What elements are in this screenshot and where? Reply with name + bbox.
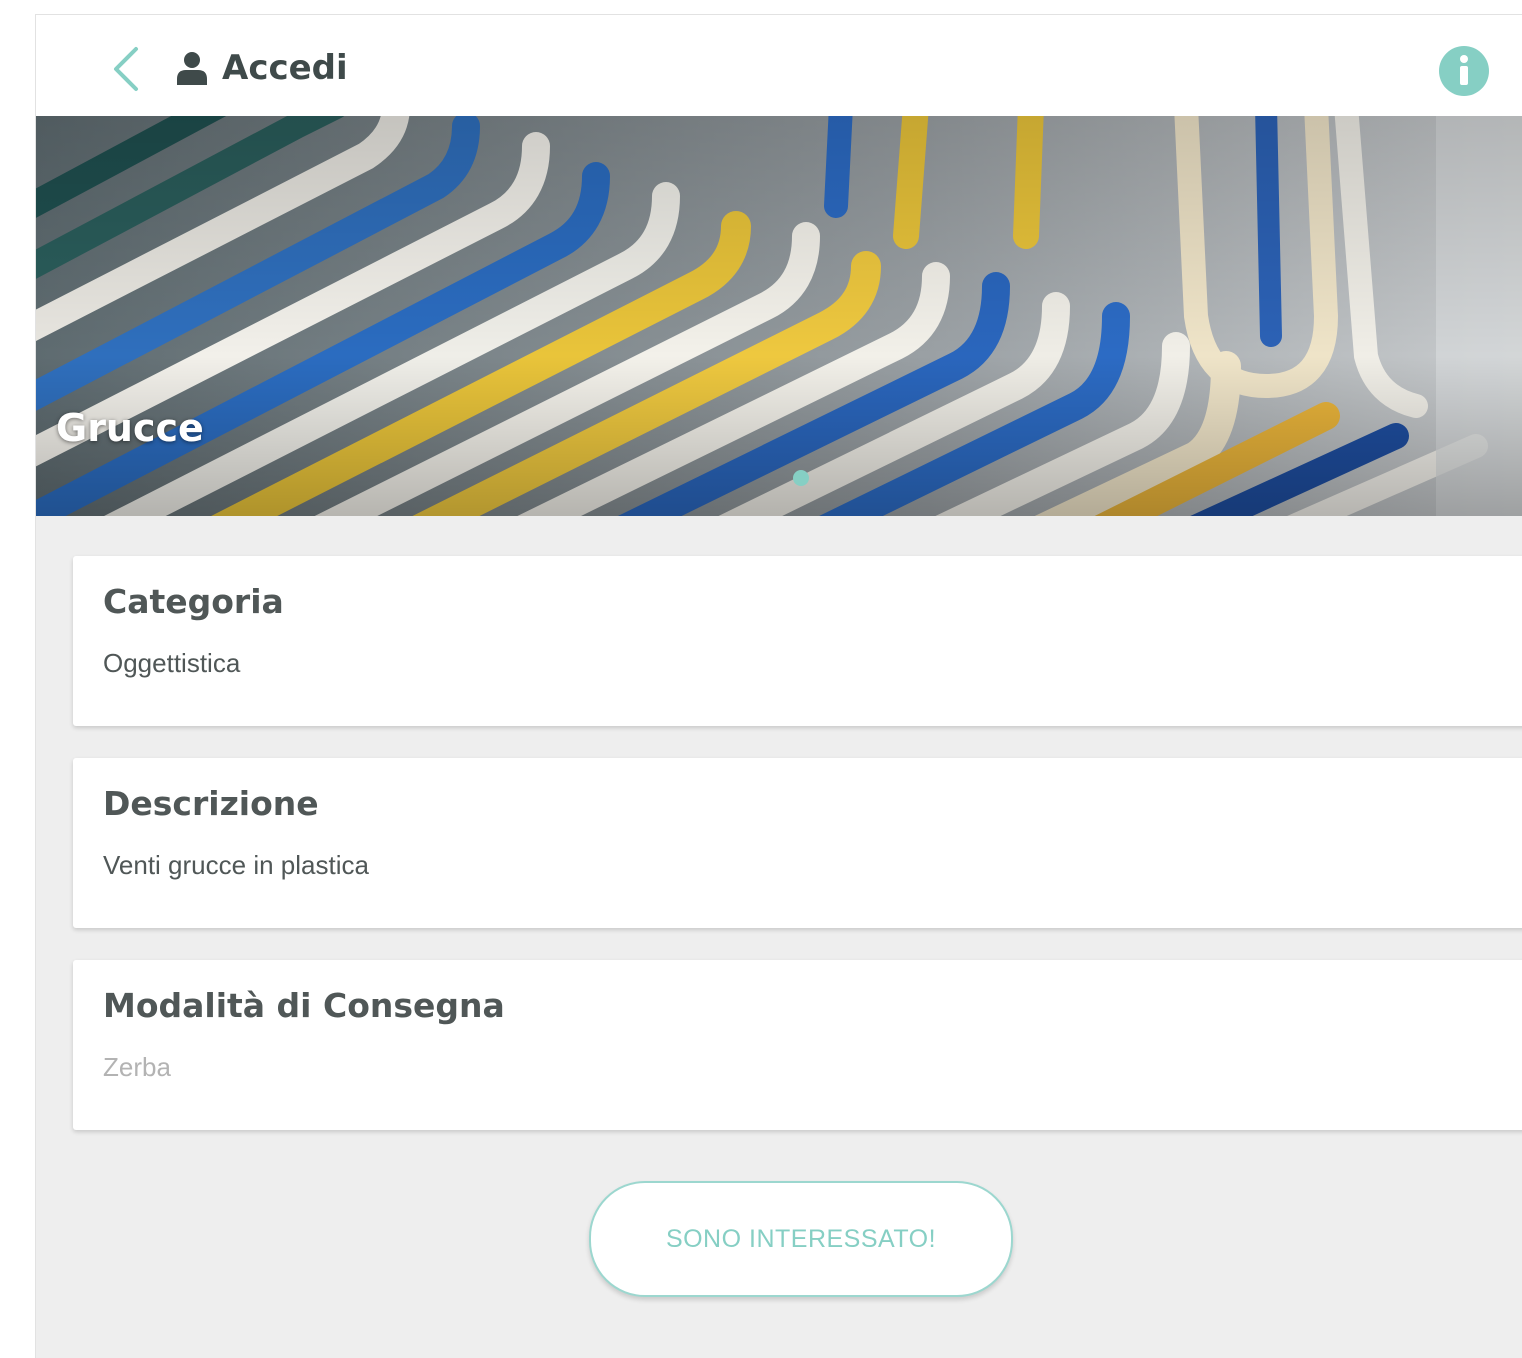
description-title: Descrizione <box>103 784 319 823</box>
delivery-value: Zerba <box>103 1052 171 1082</box>
hanger-photo <box>36 116 1522 516</box>
interested-button[interactable]: SONO INTERESSATO! <box>589 1181 1013 1297</box>
hero-title: Grucce <box>56 406 204 450</box>
hero-carousel[interactable]: Grucce <box>36 116 1522 516</box>
info-icon <box>1439 46 1489 96</box>
description-value: Venti grucce in plastica <box>103 850 369 880</box>
user-icon <box>177 52 207 85</box>
chevron-left-icon <box>114 47 138 91</box>
category-title: Categoria <box>103 582 284 621</box>
login-link[interactable]: Accedi <box>176 41 348 95</box>
description-card: Descrizione Venti grucce in plastica <box>73 758 1522 928</box>
login-label: Accedi <box>222 48 348 88</box>
back-button[interactable] <box>106 43 146 95</box>
delivery-card: Modalità di Consegna Zerba <box>73 960 1522 1130</box>
category-value: Oggettistica <box>103 648 241 678</box>
top-bar: Accedi <box>36 15 1522 116</box>
interested-button-label: SONO INTERESSATO! <box>665 1224 937 1253</box>
carousel-dot-active[interactable] <box>793 470 809 486</box>
app-frame: Accedi Grucce Categoria Oggettistica Des… <box>35 14 1522 1358</box>
info-button[interactable] <box>1439 46 1489 96</box>
category-card: Categoria Oggettistica <box>73 556 1522 726</box>
delivery-title: Modalità di Consegna <box>103 986 505 1025</box>
